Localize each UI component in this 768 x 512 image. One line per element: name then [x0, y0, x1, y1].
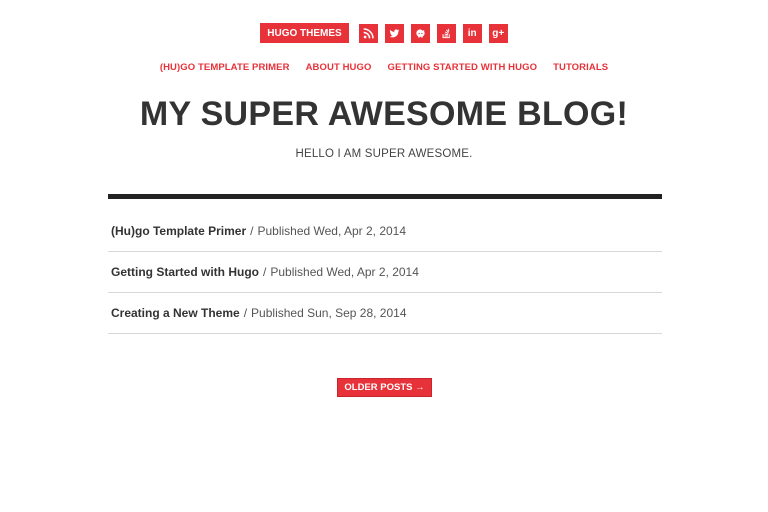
nav-item-getting-started[interactable]: GETTING STARTED WITH HUGO: [388, 62, 538, 73]
post-item: Creating a New Theme / Published Sun, Se…: [108, 293, 662, 334]
nav-item-tutorials[interactable]: TUTORIALS: [553, 62, 608, 73]
google-plus-button[interactable]: g+: [488, 23, 508, 43]
twitter-icon: [389, 28, 400, 37]
site-title: MY SUPER AWESOME BLOG!: [139, 95, 629, 133]
post-title-link[interactable]: (Hu)go Template Primer: [111, 224, 246, 238]
post-published-date: Published Wed, Apr 2, 2014: [257, 224, 407, 238]
rss-button[interactable]: [358, 23, 378, 43]
post-separator: /: [250, 224, 254, 238]
top-bar: HUGO THEMES in g+: [0, 23, 768, 43]
linkedin-icon: in: [467, 27, 477, 39]
post-list: (Hu)go Template Primer / Published Wed, …: [108, 211, 662, 334]
linkedin-button[interactable]: in: [462, 23, 482, 43]
pagination: OLDER POSTS →: [0, 378, 768, 397]
post-item: (Hu)go Template Primer / Published Wed, …: [108, 211, 662, 252]
stackoverflow-icon: [442, 28, 450, 38]
nav-item-about-hugo[interactable]: ABOUT HUGO: [306, 62, 372, 73]
twitter-button[interactable]: [384, 23, 404, 43]
post-separator: /: [243, 306, 248, 320]
rss-icon: [363, 27, 374, 38]
github-icon: [416, 28, 425, 38]
main-nav: (HU)GO TEMPLATE PRIMER ABOUT HUGO GETTIN…: [0, 62, 768, 73]
older-posts-button[interactable]: OLDER POSTS →: [337, 378, 432, 397]
site-tagline: HELLO I AM SUPER AWESOME.: [295, 148, 473, 160]
nav-item-template-primer[interactable]: (HU)GO TEMPLATE PRIMER: [160, 62, 290, 73]
post-published-date: Published Sun, Sep 28, 2014: [251, 306, 407, 320]
github-button[interactable]: [410, 23, 430, 43]
post-title-link[interactable]: Getting Started with Hugo: [111, 265, 259, 279]
post-item: Getting Started with Hugo / Published We…: [108, 252, 662, 293]
post-separator: /: [263, 265, 267, 279]
hugo-themes-button[interactable]: HUGO THEMES: [260, 23, 349, 43]
google-plus-icon: g+: [492, 27, 505, 39]
post-published-date: Published Wed, Apr 2, 2014: [270, 265, 419, 279]
header-divider: [108, 194, 662, 199]
stackoverflow-button[interactable]: [436, 23, 456, 43]
post-title-link[interactable]: Creating a New Theme: [111, 306, 240, 320]
